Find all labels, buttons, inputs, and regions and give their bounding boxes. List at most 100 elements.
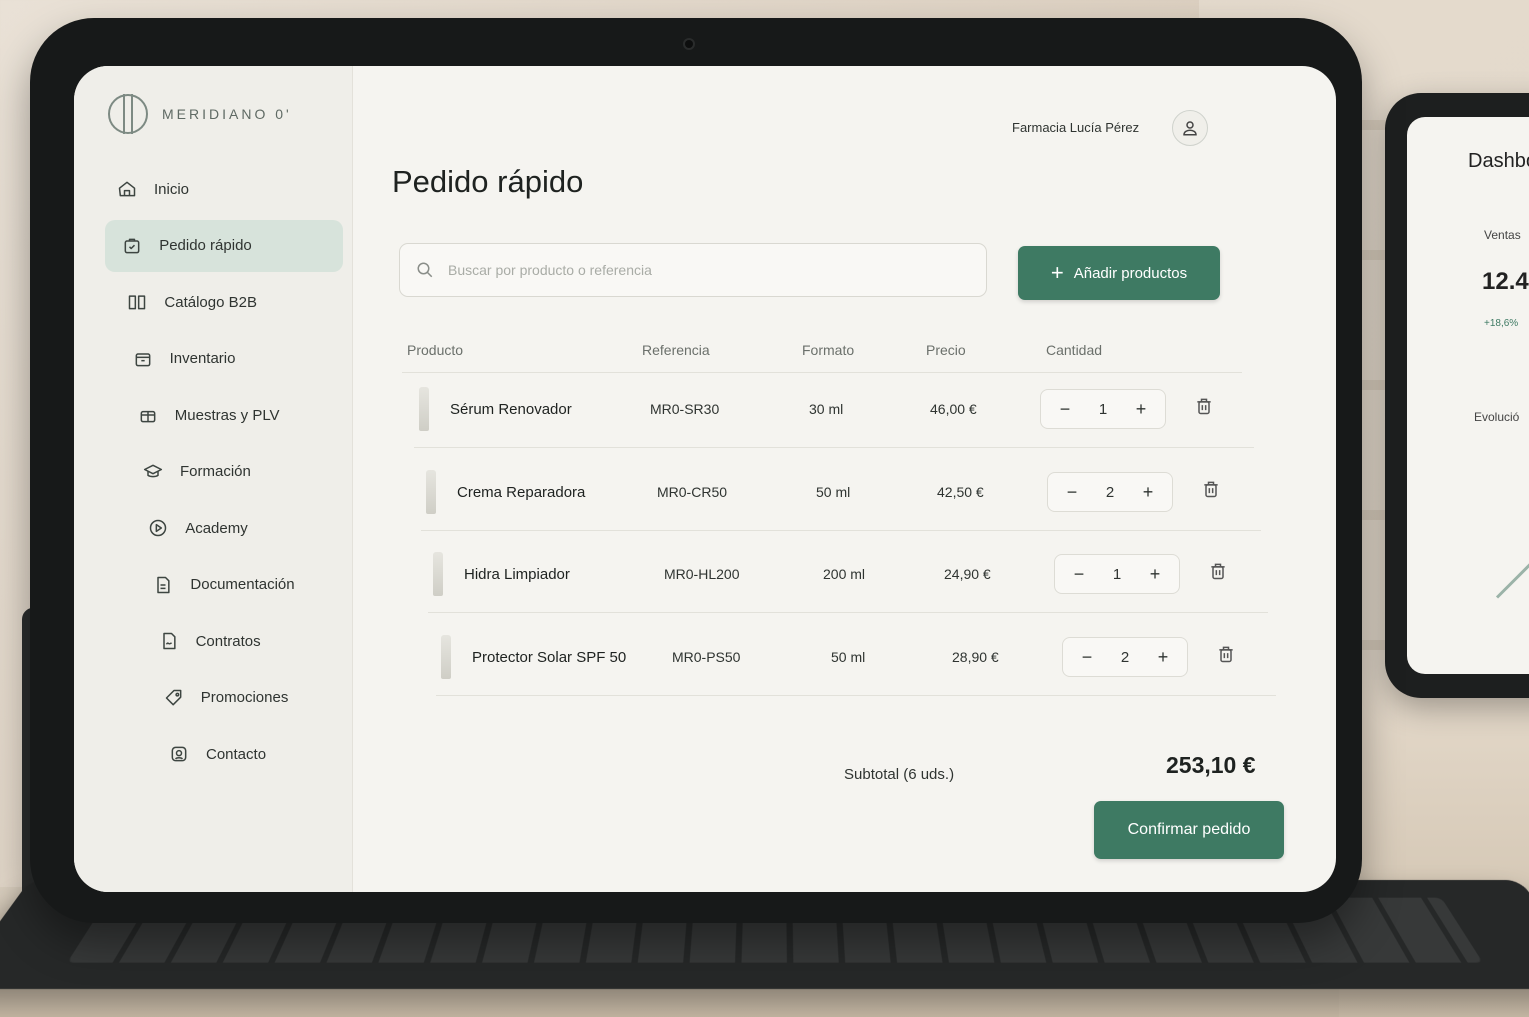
product-thumbnail: [441, 635, 451, 679]
sidebar-item-label: Academy: [185, 519, 248, 537]
header-divider: [402, 372, 1242, 373]
decrement-button[interactable]: −: [1067, 564, 1091, 585]
quantity-stepper[interactable]: − 2 +: [1062, 637, 1188, 677]
product-thumbnail: [433, 552, 443, 596]
box-icon: [132, 348, 154, 370]
decrement-button[interactable]: −: [1075, 647, 1099, 668]
row-divider: [428, 612, 1268, 613]
logo-mark-icon: [108, 94, 148, 134]
camera-icon: [685, 40, 693, 48]
add-products-button[interactable]: + Añadir productos: [1018, 246, 1220, 300]
sidebar-item-label: Formación: [180, 463, 251, 480]
user-avatar-button[interactable]: [1172, 110, 1208, 146]
secondary-metric-label: Ventas: [1484, 228, 1521, 242]
home-icon: [116, 178, 138, 200]
quantity-stepper[interactable]: − 1 +: [1054, 554, 1180, 594]
sidebar-item-8[interactable]: Contratos: [142, 615, 380, 667]
sidebar-item-10[interactable]: Contacto: [152, 728, 390, 780]
graduation-icon: [142, 461, 164, 483]
brand-logo[interactable]: MERIDIANO 0': [108, 94, 292, 134]
sidebar-item-label: Catálogo B2B: [164, 293, 257, 311]
cart-icon: [121, 235, 143, 257]
sidebar-item-label: Pedido rápido: [159, 237, 252, 254]
confirm-order-button[interactable]: Confirmar pedido: [1094, 801, 1284, 859]
search-input[interactable]: [446, 261, 950, 279]
quantity-value: 2: [1120, 648, 1130, 666]
tag-icon: [163, 687, 185, 709]
secondary-tablet-screen: [1407, 117, 1529, 674]
product-reference: MR0-PS50: [672, 649, 741, 665]
confirm-order-label: Confirmar pedido: [1127, 821, 1251, 838]
secondary-tablet: [1385, 93, 1529, 698]
quantity-value: 1: [1098, 400, 1108, 418]
sidebar-item-0[interactable]: Inicio: [100, 163, 338, 215]
tablet-frame: MERIDIANO 0' Inicio Pedido rápido Catálogo…: [30, 18, 1362, 923]
search-bar[interactable]: [399, 243, 987, 297]
increment-button[interactable]: +: [1136, 482, 1160, 503]
sidebar-item-label: Inventario: [169, 350, 236, 367]
sidebar-item-label: Contacto: [206, 745, 267, 763]
sidebar-item-6[interactable]: Academy: [131, 502, 369, 554]
document-icon: [152, 574, 174, 596]
product-price: 46,00 €: [930, 401, 977, 417]
product-name: Sérum Renovador: [450, 401, 572, 418]
user-icon: [1183, 121, 1197, 136]
trash-icon[interactable]: [1208, 560, 1230, 584]
product-format: 50 ml: [831, 649, 866, 665]
increment-button[interactable]: +: [1143, 564, 1167, 585]
secondary-metric-value: 12.45: [1482, 268, 1529, 295]
trash-icon[interactable]: [1194, 395, 1216, 419]
quantity-stepper[interactable]: − 1 +: [1040, 389, 1166, 429]
sidebar-item-label: Inicio: [154, 180, 190, 198]
secondary-section-label: Evolució: [1474, 410, 1520, 424]
column-header-reference: Referencia: [642, 342, 710, 358]
product-thumbnail: [419, 387, 429, 431]
secondary-dashboard-title: Dashbo: [1468, 150, 1529, 172]
product-reference: MR0-SR30: [650, 401, 720, 417]
sidebar-item-label: Contratos: [195, 632, 261, 650]
sidebar-item-label: Documentación: [190, 576, 295, 593]
increment-button[interactable]: +: [1129, 399, 1153, 420]
page-title: Pedido rápido: [392, 164, 584, 199]
sidebar-item-9[interactable]: Promociones: [147, 672, 385, 724]
sidebar: MERIDIANO 0' Inicio Pedido rápido Catálogo…: [74, 66, 353, 892]
brand-name: MERIDIANO 0': [162, 106, 292, 122]
quantity-stepper[interactable]: − 2 +: [1047, 472, 1173, 512]
sidebar-item-7[interactable]: Documentación: [136, 559, 374, 611]
decrement-button[interactable]: −: [1060, 482, 1084, 503]
play-circle-icon: [147, 517, 169, 539]
sidebar-item-label: Muestras y PLV: [174, 406, 280, 424]
product-price: 42,50 €: [937, 484, 984, 500]
quantity-value: 1: [1112, 565, 1122, 583]
product-thumbnail: [426, 470, 436, 514]
product-name: Protector Solar SPF 50: [472, 649, 627, 666]
decrement-button[interactable]: −: [1053, 399, 1077, 420]
plus-icon: +: [1050, 260, 1064, 285]
app-screen: MERIDIANO 0' Inicio Pedido rápido Catálogo…: [74, 66, 1336, 892]
sidebar-item-3[interactable]: Inventario: [116, 333, 354, 385]
contact-icon: [168, 743, 190, 765]
increment-button[interactable]: +: [1151, 647, 1175, 668]
sidebar-item-5[interactable]: Formación: [126, 446, 364, 498]
trash-icon[interactable]: [1216, 643, 1238, 667]
secondary-metric-delta: +18,6%: [1484, 318, 1519, 329]
column-header-product: Producto: [407, 342, 464, 358]
book-icon: [126, 291, 148, 313]
product-format: 200 ml: [823, 566, 866, 582]
subtotal-label: Subtotal (6 uds.): [844, 766, 955, 783]
sidebar-item-4[interactable]: Muestras y PLV: [121, 389, 359, 441]
sidebar-item-1[interactable]: Pedido rápido: [105, 219, 344, 272]
product-name: Hidra Limpiador: [464, 566, 570, 583]
sidebar-item-label: Promociones: [200, 689, 289, 706]
quantity-value: 2: [1105, 483, 1115, 501]
add-products-label: Añadir productos: [1073, 264, 1188, 282]
row-divider: [414, 447, 1254, 448]
product-reference: MR0-CR50: [657, 484, 728, 500]
column-header-quantity: Cantidad: [1046, 342, 1103, 358]
product-price: 28,90 €: [952, 649, 999, 665]
sidebar-item-2[interactable]: Catálogo B2B: [110, 276, 348, 328]
trash-icon[interactable]: [1201, 478, 1223, 502]
product-name: Crema Reparadora: [457, 484, 586, 501]
product-price: 24,90 €: [944, 566, 991, 582]
search-icon: [417, 262, 433, 278]
